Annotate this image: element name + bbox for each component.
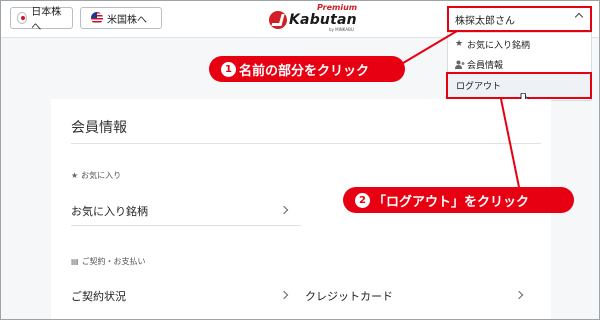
callout-step-2: 2 「ログアウト」をクリック (343, 187, 574, 213)
menu-item-logout-label: ログアウト (456, 82, 502, 92)
divider (71, 225, 301, 226)
japan-stocks-button[interactable]: 日本株へ (10, 7, 73, 33)
kabutan-logo[interactable]: Kabutan Premium by MINKABU (269, 3, 357, 33)
step-number-2: 2 (355, 192, 370, 208)
user-menu-button[interactable]: 株探太郎さん (447, 6, 592, 32)
divider (71, 143, 541, 144)
callout-step-2-text: 「ログアウト」をクリック (373, 194, 530, 210)
credit-card-link[interactable]: クレジットカード (305, 288, 393, 304)
section-contract-heading: ▤ ご契約・お支払い (71, 256, 146, 267)
screenshot-frame: 日本株へ 米国株へ Kabutan Premium by MINKABU 株探太… (0, 0, 600, 320)
menu-item-favorites-label: お気に入り銘柄 (467, 40, 531, 51)
japan-flag-icon (17, 12, 28, 24)
user-icon (455, 60, 465, 69)
star-icon: ★ (455, 38, 464, 49)
section-favorites-heading: ★ お気に入り (71, 170, 121, 181)
kabutan-mark-icon (269, 11, 287, 29)
chevron-right-icon (514, 290, 524, 300)
page-title: 会員情報 (71, 120, 127, 136)
logo-byline: by MINKABU (329, 27, 354, 32)
logo-brand: Kabutan (289, 12, 357, 28)
callout-step-1: 1 名前の部分をクリック (209, 56, 405, 82)
star-icon: ★ (71, 171, 79, 180)
logo-premium: Premium (317, 3, 358, 12)
chevron-right-icon (279, 205, 289, 215)
menu-item-member-info-label: 会員情報 (467, 60, 504, 71)
contract-status-link[interactable]: ご契約状況 (71, 288, 126, 304)
menu-item-favorites[interactable]: ★ お気に入り銘柄 (448, 33, 591, 55)
section-favorites-label: お気に入り (81, 171, 122, 180)
step-number-1: 1 (221, 61, 236, 77)
chevron-up-icon (574, 12, 584, 22)
japan-stocks-label: 日本株へ (31, 7, 62, 33)
section-contract-label: ご契約・お支払い (81, 257, 146, 266)
chevron-right-icon (279, 290, 289, 300)
user-name-label: 株探太郎さん (455, 15, 515, 27)
us-stocks-button[interactable]: 米国株へ (80, 7, 162, 29)
document-icon: ▤ (71, 257, 79, 266)
us-stocks-label: 米国株へ (107, 14, 147, 26)
callout-step-1-text: 名前の部分をクリック (239, 63, 370, 79)
us-flag-icon (91, 12, 103, 24)
favorites-stocks-link[interactable]: お気に入り銘柄 (71, 203, 148, 219)
